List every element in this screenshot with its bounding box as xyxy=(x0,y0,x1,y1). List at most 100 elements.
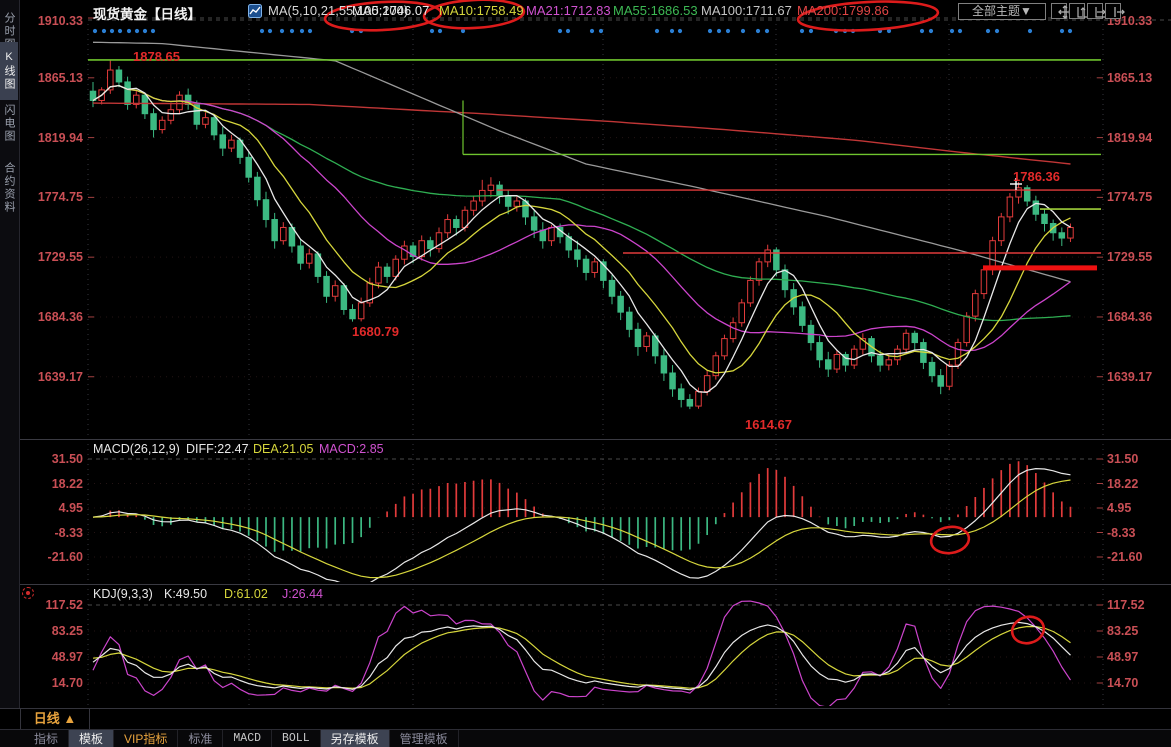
instrument-title: 现货黄金【日线】 xyxy=(93,3,201,19)
shift-right-icon[interactable] xyxy=(1105,3,1121,19)
event-dot xyxy=(590,29,594,33)
candle xyxy=(125,82,131,104)
price-axis-label-left: 1639.17 xyxy=(25,370,83,384)
fit-vertical-axis-icon[interactable] xyxy=(1069,3,1085,19)
candle xyxy=(142,95,148,114)
tab-manage-template[interactable]: 管理模板 xyxy=(390,730,459,747)
candle xyxy=(929,362,935,375)
candle xyxy=(704,376,710,392)
kdj-axis-label-right: 83.25 xyxy=(1107,624,1167,638)
candle xyxy=(756,262,762,281)
event-dot xyxy=(958,29,962,33)
event-dot xyxy=(438,29,442,33)
period-selector[interactable]: 日线 ▲ xyxy=(20,709,90,729)
candle xyxy=(955,343,961,365)
sidebar-item-lightning-chart[interactable]: 闪电图 xyxy=(0,92,18,154)
candle xyxy=(644,336,650,347)
macd-macd-value: MACD:2.85 xyxy=(319,442,384,456)
tab-templates[interactable]: 模板 xyxy=(69,730,114,747)
tab-save-template[interactable]: 另存模板 xyxy=(321,730,390,747)
candle xyxy=(834,354,840,369)
tab-boll[interactable]: BOLL xyxy=(272,730,321,747)
candle xyxy=(341,286,347,310)
candle xyxy=(402,246,408,259)
event-dot xyxy=(655,29,659,33)
price-axis-label-left: 1910.33 xyxy=(25,14,83,28)
chart-canvas[interactable] xyxy=(0,0,1171,747)
indicator-marker-icon[interactable] xyxy=(22,587,34,599)
candle xyxy=(229,140,235,148)
macd-axis-label-right: 4.95 xyxy=(1107,501,1167,515)
kdj-j-line xyxy=(93,601,1071,707)
event-dot xyxy=(741,29,745,33)
trading-terminal-window: 分时图 K线图 闪电图 合约资料 现货黄金【日线】 MA(5,10,21,55,… xyxy=(0,0,1171,747)
candle xyxy=(488,185,494,190)
tab-vip-indicators[interactable]: VIP指标 xyxy=(114,730,178,747)
candle xyxy=(583,259,589,272)
candle xyxy=(739,303,745,323)
macd-axis-label-right: -8.33 xyxy=(1107,526,1167,540)
candle xyxy=(203,118,209,125)
candle xyxy=(886,360,892,365)
candle xyxy=(575,250,581,259)
ma5-value: MA5:1746.07 xyxy=(352,3,429,19)
candle xyxy=(307,254,313,263)
price-axis-label-left: 1819.94 xyxy=(25,131,83,145)
macd-axis-label-right: -21.60 xyxy=(1107,550,1167,564)
candle xyxy=(151,114,157,130)
candle xyxy=(687,399,693,406)
event-dot xyxy=(1060,29,1064,33)
price-annotation: 1680.79 xyxy=(352,324,399,339)
tab-standard[interactable]: 标准 xyxy=(178,730,223,747)
candle xyxy=(826,360,832,369)
macd-axis-label-right: 18.22 xyxy=(1107,477,1167,491)
ma55-line xyxy=(93,86,1071,321)
candle xyxy=(730,323,736,339)
event-dot xyxy=(678,29,682,33)
sidebar-item-contract-info[interactable]: 合约资料 xyxy=(0,154,18,222)
macd-dea-value: DEA:21.05 xyxy=(253,442,313,456)
candle xyxy=(973,294,979,316)
candle xyxy=(765,250,771,262)
candle xyxy=(281,227,287,240)
candle xyxy=(981,270,987,294)
price-axis-label-left: 1865.13 xyxy=(25,71,83,85)
theme-selector-dropdown[interactable]: 全部主题▼ xyxy=(958,3,1046,20)
kdj-axis-label-left: 48.97 xyxy=(25,650,83,664)
pan-icon[interactable] xyxy=(1051,3,1067,19)
time-axis-row: 日线 ▲ xyxy=(0,708,1171,730)
event-dot xyxy=(280,29,284,33)
candle xyxy=(324,276,330,296)
ma200-value: MA200:1799.86 xyxy=(797,3,889,19)
event-dot xyxy=(986,29,990,33)
event-dot xyxy=(151,29,155,33)
event-dot xyxy=(765,29,769,33)
price-annotation: 1614.67 xyxy=(745,417,792,432)
candle xyxy=(540,230,546,241)
candle xyxy=(678,389,684,400)
event-dot xyxy=(127,29,131,33)
price-axis-label-right: 1639.17 xyxy=(1107,370,1167,384)
left-sidebar: 分时图 K线图 闪电图 合约资料 xyxy=(0,0,20,729)
candle xyxy=(177,95,183,110)
macd-axis-label-right: 31.50 xyxy=(1107,452,1167,466)
ma100-value: MA100:1711.67 xyxy=(701,3,792,19)
price-axis-label-right: 1774.75 xyxy=(1107,190,1167,204)
fit-horizontal-axis-icon[interactable] xyxy=(1087,3,1103,19)
macd-series xyxy=(93,461,1070,552)
price-axis-label-right: 1729.55 xyxy=(1107,250,1167,264)
macd-params-label: MACD(26,12,9) xyxy=(93,442,180,456)
event-dot xyxy=(929,29,933,33)
line-chart-icon xyxy=(248,4,262,23)
candle xyxy=(428,241,434,249)
candle xyxy=(947,365,953,386)
event-dot xyxy=(558,29,562,33)
kdj-axis-label-right: 14.70 xyxy=(1107,676,1167,690)
tab-macd[interactable]: MACD xyxy=(223,730,272,747)
event-dot xyxy=(143,29,147,33)
candle xyxy=(964,316,970,342)
kdj-axis-label-left: 117.52 xyxy=(25,598,83,612)
candle xyxy=(592,262,598,273)
tab-indicators[interactable]: 指标 xyxy=(24,730,69,747)
candle xyxy=(817,343,823,360)
